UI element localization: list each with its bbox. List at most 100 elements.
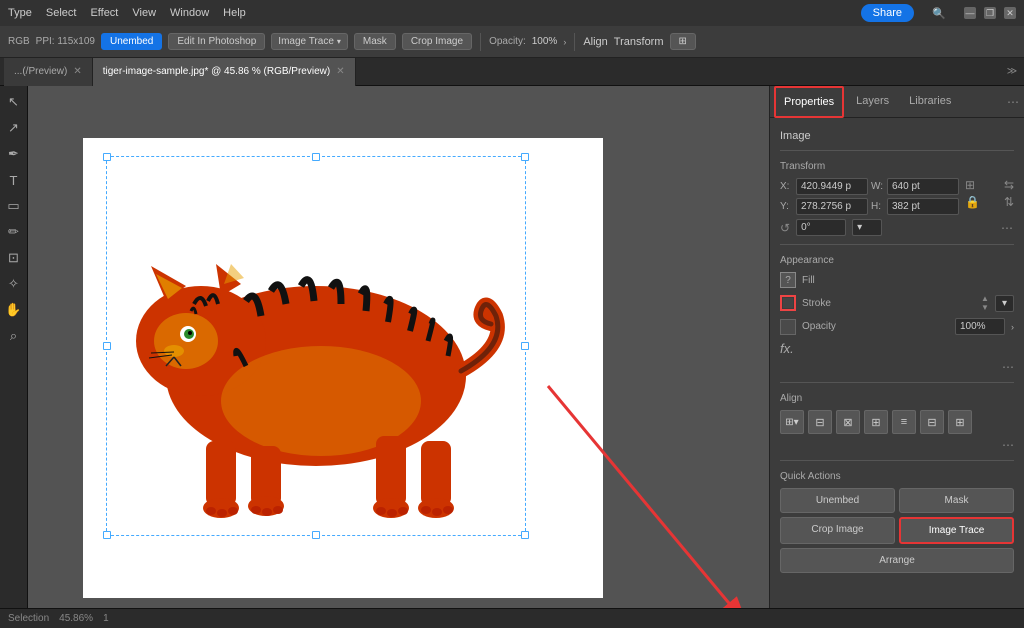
fx-row: fx. <box>780 341 1014 356</box>
divider-1 <box>780 150 1014 151</box>
panel-collapse-button[interactable]: ≫ <box>1004 64 1020 80</box>
left-sidebar: ↖ ↗ ✒ T ▭ ✏ ⊡ ✧ ✋ ⌕ <box>0 86 28 628</box>
quick-actions-title: Quick Actions <box>780 471 1014 482</box>
rotation-icon: ↺ <box>780 221 790 235</box>
tab-tiger[interactable]: tiger-image-sample.jpg* @ 45.86 % (RGB/P… <box>93 58 356 86</box>
menu-view[interactable]: View <box>132 7 156 19</box>
opacity-icon <box>780 319 796 335</box>
h-input[interactable] <box>887 198 959 215</box>
align-top-button[interactable]: ⊞ <box>864 410 888 434</box>
fx-label: fx. <box>780 341 794 356</box>
stroke-label: Stroke <box>802 298 975 309</box>
qa-unembed-button[interactable]: Unembed <box>780 488 895 513</box>
tiger-image[interactable] <box>106 156 526 536</box>
fill-label: Fill <box>802 275 1014 286</box>
opacity-label: Opacity <box>802 321 949 332</box>
transform-options-button[interactable]: ⊞ <box>670 33 696 50</box>
type-tool-button[interactable]: T <box>2 168 26 192</box>
opacity-arrow-icon[interactable]: › <box>1011 322 1014 332</box>
lock-ratio-icon[interactable]: 🔒 <box>965 195 980 209</box>
panel-more-button[interactable]: ⋯ <box>1007 95 1020 109</box>
stroke-stepper[interactable]: ▲▼ <box>981 294 989 312</box>
transform-section-label: Transform <box>780 161 1014 172</box>
image-section-title: Image <box>780 130 1014 142</box>
restore-button[interactable]: ❐ <box>984 7 996 19</box>
toolbar: RGB PPI: 115x109 Unembed Edit In Photosh… <box>0 26 1024 58</box>
menu-window[interactable]: Window <box>170 7 209 19</box>
align-vertical-center-button[interactable]: ≡ <box>892 410 916 434</box>
minimize-button[interactable]: — <box>964 7 976 19</box>
hand-tool-button[interactable]: ✋ <box>2 298 26 322</box>
tab-preview[interactable]: ...(/Preview) ✕ <box>4 58 93 86</box>
y-input[interactable] <box>796 198 868 215</box>
toolbar-separator-2 <box>574 33 575 51</box>
menu-effect[interactable]: Effect <box>90 7 118 19</box>
share-button[interactable]: Share <box>861 4 914 22</box>
crop-image-button[interactable]: Crop Image <box>402 33 472 50</box>
fill-row: ? Fill <box>780 272 1014 288</box>
eyedropper-tool-button[interactable]: ✧ <box>2 272 26 296</box>
search-icon[interactable]: 🔍 <box>928 2 950 24</box>
menu-help[interactable]: Help <box>223 7 246 19</box>
bottom-bar: Selection 45.86% 1 <box>0 608 1024 628</box>
opacity-input[interactable] <box>955 318 1005 335</box>
direct-select-tool-button[interactable]: ↗ <box>2 116 26 140</box>
flip-v-icon[interactable]: ⇅ <box>1004 195 1014 209</box>
transform-more-button[interactable]: ⋯ <box>1001 221 1014 235</box>
pen-tool-button[interactable]: ✒ <box>2 142 26 166</box>
window-controls: — ❐ ✕ <box>964 7 1016 19</box>
divider-2 <box>780 244 1014 245</box>
w-input[interactable] <box>887 178 959 195</box>
align-section-label: Align <box>780 393 1014 404</box>
align-horizontal-center-button[interactable]: ⊟ <box>808 410 832 434</box>
tab-properties[interactable]: Properties <box>774 86 844 118</box>
w-label: W: <box>871 181 885 192</box>
tab-layers[interactable]: Layers <box>846 86 899 118</box>
qa-image-trace-button[interactable]: Image Trace <box>899 517 1014 544</box>
qa-crop-image-button[interactable]: Crop Image <box>780 517 895 544</box>
menu-type[interactable]: Type <box>8 7 32 19</box>
y-label: Y: <box>780 201 794 212</box>
mask-button[interactable]: Mask <box>354 33 396 50</box>
rotation-dropdown[interactable]: ▾ <box>852 219 882 236</box>
shape-tool-button[interactable]: ▭ <box>2 194 26 218</box>
edit-in-photoshop-button[interactable]: Edit In Photoshop <box>168 33 265 50</box>
rotation-input[interactable] <box>796 219 846 236</box>
unembed-button[interactable]: Unembed <box>101 33 162 50</box>
x-input[interactable] <box>796 178 868 195</box>
toolbar-separator-1 <box>480 33 481 51</box>
artboard-indicator: 1 <box>103 613 109 624</box>
align-more-button[interactable]: ⋯ <box>780 438 1014 452</box>
scale-tool-button[interactable]: ⊡ <box>2 246 26 270</box>
appearance-more-button[interactable]: ⋯ <box>780 360 1014 374</box>
brush-tool-button[interactable]: ✏ <box>2 220 26 244</box>
align-left-button[interactable]: ⊞▾ <box>780 410 804 434</box>
opacity-label: Opacity: <box>489 36 526 47</box>
transform-grid-icon[interactable]: ⊞ <box>965 178 980 192</box>
appearance-section-label: Appearance <box>780 255 1014 266</box>
tab-preview-close[interactable]: ✕ <box>73 66 81 77</box>
zoom-tool-button[interactable]: ⌕ <box>2 324 26 348</box>
stroke-color-picker[interactable]: ▾ <box>995 295 1014 312</box>
align-bottom-button[interactable]: ⊟ <box>920 410 944 434</box>
opacity-expand-icon[interactable]: › <box>563 37 566 47</box>
tab-libraries[interactable]: Libraries <box>899 86 961 118</box>
fill-icon[interactable]: ? <box>780 272 796 288</box>
tab-preview-label: ...(/Preview) <box>14 66 67 77</box>
divider-3 <box>780 382 1014 383</box>
stroke-swatch[interactable] <box>780 295 796 311</box>
stroke-row: Stroke ▲▼ ▾ <box>780 294 1014 312</box>
select-tool-button[interactable]: ↖ <box>2 90 26 114</box>
canvas-area[interactable] <box>28 86 769 628</box>
menu-select[interactable]: Select <box>46 7 77 19</box>
qa-mask-button[interactable]: Mask <box>899 488 1014 513</box>
qa-arrange-button[interactable]: Arrange <box>780 548 1014 573</box>
opacity-value[interactable]: 100% <box>532 36 558 47</box>
image-trace-dropdown[interactable]: Image Trace ▾ <box>271 33 348 50</box>
main-layout: ↖ ↗ ✒ T ▭ ✏ ⊡ ✧ ✋ ⌕ <box>0 86 1024 628</box>
tab-tiger-close[interactable]: ✕ <box>336 66 344 77</box>
close-button[interactable]: ✕ <box>1004 7 1016 19</box>
distribute-button[interactable]: ⊞ <box>948 410 972 434</box>
flip-h-icon[interactable]: ⇆ <box>1004 178 1014 192</box>
align-right-button[interactable]: ⊠ <box>836 410 860 434</box>
